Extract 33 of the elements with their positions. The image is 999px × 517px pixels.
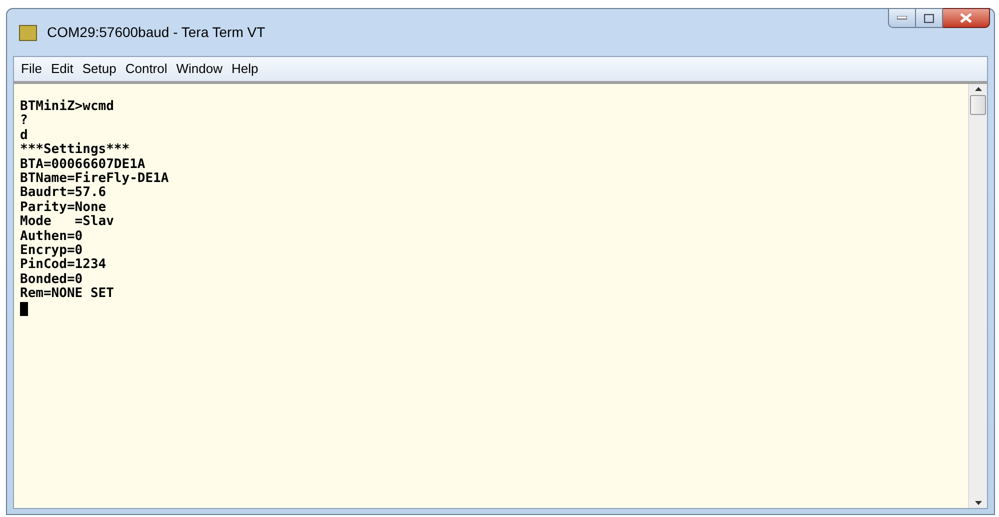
close-button[interactable]: [943, 8, 990, 28]
menu-item[interactable]: Edit: [46, 59, 78, 79]
maximize-button[interactable]: [916, 8, 943, 28]
menu-item[interactable]: File: [17, 59, 46, 79]
window-title: COM29:57600baud - Tera Term VT: [47, 23, 266, 42]
terminal-line: Rem=NONE SET: [20, 287, 114, 302]
terminal-line: Mode =Slav: [20, 215, 114, 230]
close-icon: [960, 13, 972, 23]
terminal-line: Baudrt=57.6: [20, 186, 106, 200]
menu-item[interactable]: Help: [228, 59, 262, 79]
terminal-line: BTA=00066607DE1A: [20, 158, 146, 172]
scroll-down-icon[interactable]: [974, 501, 982, 505]
terminal-line: Authen=0: [20, 230, 83, 244]
menu-item[interactable]: Window: [172, 59, 227, 79]
terminal-line: ***Settings***: [20, 143, 130, 158]
terminal-line: Parity=None: [20, 200, 106, 215]
terminal-line: PinCod=1234: [20, 258, 106, 273]
scrollbar[interactable]: [968, 84, 987, 508]
minimize-button[interactable]: [888, 8, 916, 28]
maximize-icon: [924, 14, 934, 22]
menu-item[interactable]: Setup: [78, 59, 120, 79]
terminal-line: ?: [20, 114, 28, 129]
scroll-thumb[interactable]: [970, 95, 986, 115]
scroll-up-icon[interactable]: [974, 87, 982, 91]
terminal-line: BTName=FireFly-DE1A: [20, 172, 169, 186]
terminal-line: d: [20, 128, 28, 143]
app-logo-icon: [19, 24, 37, 40]
terminal-line: Bonded=0: [20, 272, 83, 287]
terminal-line: Encryp=0: [20, 244, 83, 258]
cursor-icon: [20, 302, 28, 316]
terminal-line: BTMiniZ>wcmd: [20, 100, 114, 114]
menu-item[interactable]: Control: [121, 59, 172, 79]
minimize-icon: [897, 16, 907, 20]
